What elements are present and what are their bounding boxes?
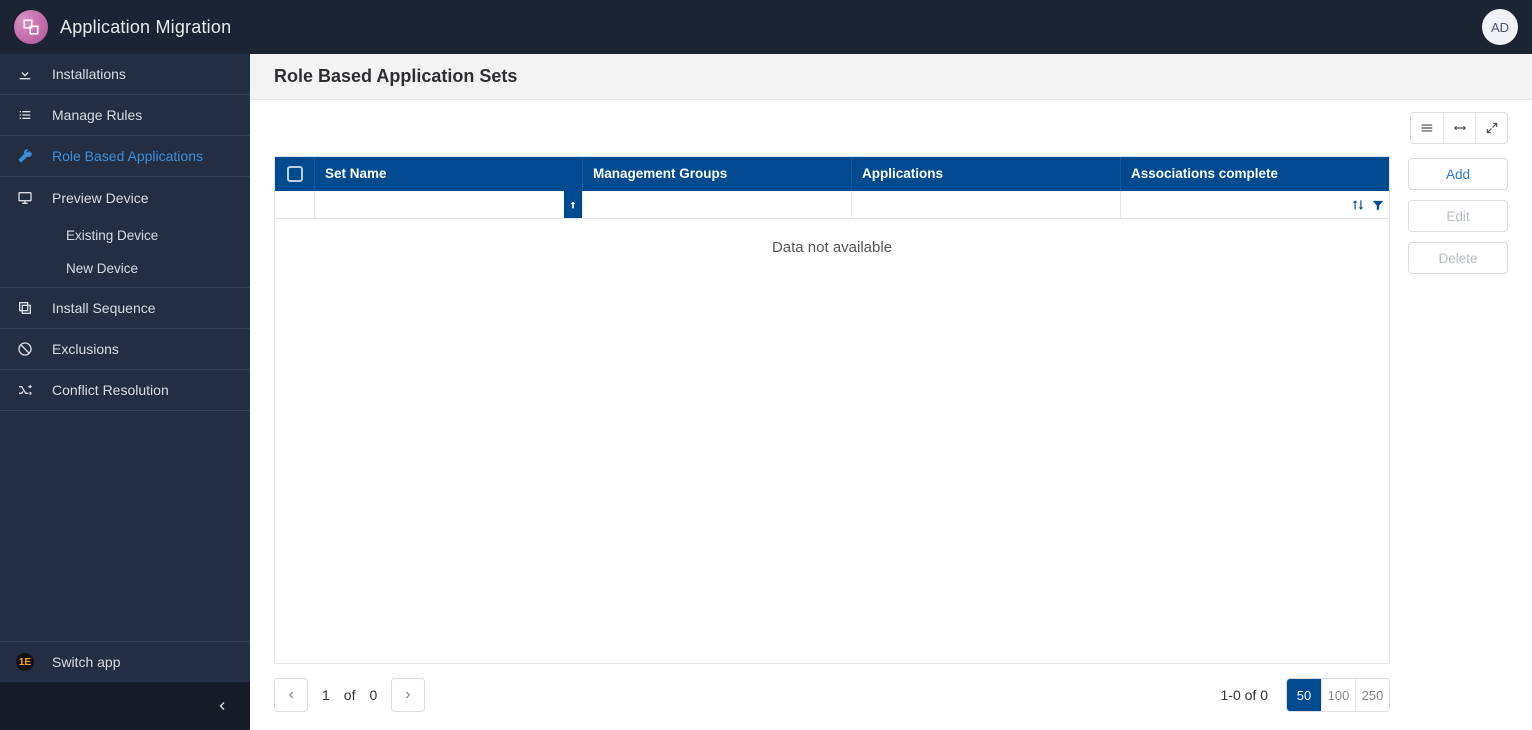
ban-icon xyxy=(16,341,34,357)
sidebar-item-manage-rules[interactable]: Manage Rules xyxy=(0,95,250,136)
sidebar-item-label: Existing Device xyxy=(66,228,158,243)
sort-set-name-button[interactable] xyxy=(564,191,582,218)
sidebar-item-label: New Device xyxy=(66,261,138,276)
delete-button[interactable]: Delete xyxy=(1408,242,1508,274)
main-content: Role Based Application Sets xyxy=(250,54,1532,730)
sidebar: Installations Manage Rules Role Based Ap… xyxy=(0,54,250,730)
select-all-checkbox[interactable] xyxy=(287,166,303,182)
column-applications[interactable]: Applications xyxy=(852,157,1121,191)
edit-button[interactable]: Edit xyxy=(1408,200,1508,232)
add-button[interactable]: Add xyxy=(1408,158,1508,190)
top-bar: Application Migration AD xyxy=(0,0,1532,54)
sidebar-item-preview-device[interactable]: Preview Device xyxy=(0,177,250,218)
column-set-name[interactable]: Set Name xyxy=(315,157,583,191)
table-filter-row xyxy=(275,191,1389,219)
sidebar-item-label: Preview Device xyxy=(52,190,148,206)
table-body: Data not available xyxy=(275,219,1389,663)
sidebar-item-exclusions[interactable]: Exclusions xyxy=(0,329,250,370)
chevron-left-icon xyxy=(286,690,296,700)
switch-app-label: Switch app xyxy=(52,654,120,670)
filter-icon[interactable] xyxy=(1371,198,1385,212)
app-logo xyxy=(14,10,48,44)
arrow-up-icon xyxy=(568,200,578,210)
prev-page-button[interactable] xyxy=(274,678,308,712)
sidebar-item-role-based-applications[interactable]: Role Based Applications xyxy=(0,136,250,177)
next-page-button[interactable] xyxy=(391,678,425,712)
row-range: 1-0 of 0 xyxy=(1221,687,1268,703)
user-avatar[interactable]: AD xyxy=(1482,9,1518,45)
sidebar-item-label: Role Based Applications xyxy=(52,148,203,164)
sort-icon[interactable] xyxy=(1351,198,1365,212)
sidebar-item-label: Install Sequence xyxy=(52,300,156,316)
page-title: Role Based Application Sets xyxy=(250,54,1532,100)
app-title: Application Migration xyxy=(60,17,231,38)
sidebar-item-label: Exclusions xyxy=(52,341,119,357)
current-page: 1 xyxy=(322,687,330,703)
sidebar-item-label: Manage Rules xyxy=(52,107,142,123)
sidebar-item-installations[interactable]: Installations xyxy=(0,54,250,95)
page-size-selector: 50 100 250 xyxy=(1286,678,1390,712)
page-size-250[interactable]: 250 xyxy=(1355,679,1389,711)
wrench-icon xyxy=(16,148,34,164)
of-label: of xyxy=(344,687,356,703)
collapse-sidebar-button[interactable] xyxy=(0,682,250,730)
table-header: Set Name Management Groups Applications … xyxy=(275,157,1389,191)
copy-icon xyxy=(16,300,34,316)
sidebar-item-label: Installations xyxy=(52,66,126,82)
sidebar-item-conflict-resolution[interactable]: Conflict Resolution xyxy=(0,370,250,411)
data-table: Set Name Management Groups Applications … xyxy=(274,156,1390,664)
sidebar-item-new-device[interactable]: New Device xyxy=(0,252,250,288)
sidebar-item-existing-device[interactable]: Existing Device xyxy=(0,218,250,252)
list-icon xyxy=(16,107,34,123)
sidebar-item-label: Conflict Resolution xyxy=(52,382,169,398)
page-size-50[interactable]: 50 xyxy=(1287,679,1321,711)
select-all-cell xyxy=(275,157,315,191)
download-icon xyxy=(16,66,34,82)
switch-app-button[interactable]: 1E Switch app xyxy=(0,641,250,682)
monitor-icon xyxy=(16,190,34,206)
column-associations[interactable]: Associations complete xyxy=(1121,157,1389,191)
chevron-left-icon xyxy=(216,700,228,712)
pagination: 1 of 0 1-0 of 0 50 100 250 xyxy=(274,664,1390,712)
page-size-100[interactable]: 100 xyxy=(1321,679,1355,711)
sidebar-item-install-sequence[interactable]: Install Sequence xyxy=(0,288,250,329)
shuffle-icon xyxy=(16,382,34,398)
empty-state-message: Data not available xyxy=(772,239,892,256)
column-management-groups[interactable]: Management Groups xyxy=(583,157,852,191)
switch-app-icon: 1E xyxy=(16,653,34,671)
table-toolbar xyxy=(274,112,1508,144)
chevron-right-icon xyxy=(403,690,413,700)
total-pages: 0 xyxy=(369,687,377,703)
